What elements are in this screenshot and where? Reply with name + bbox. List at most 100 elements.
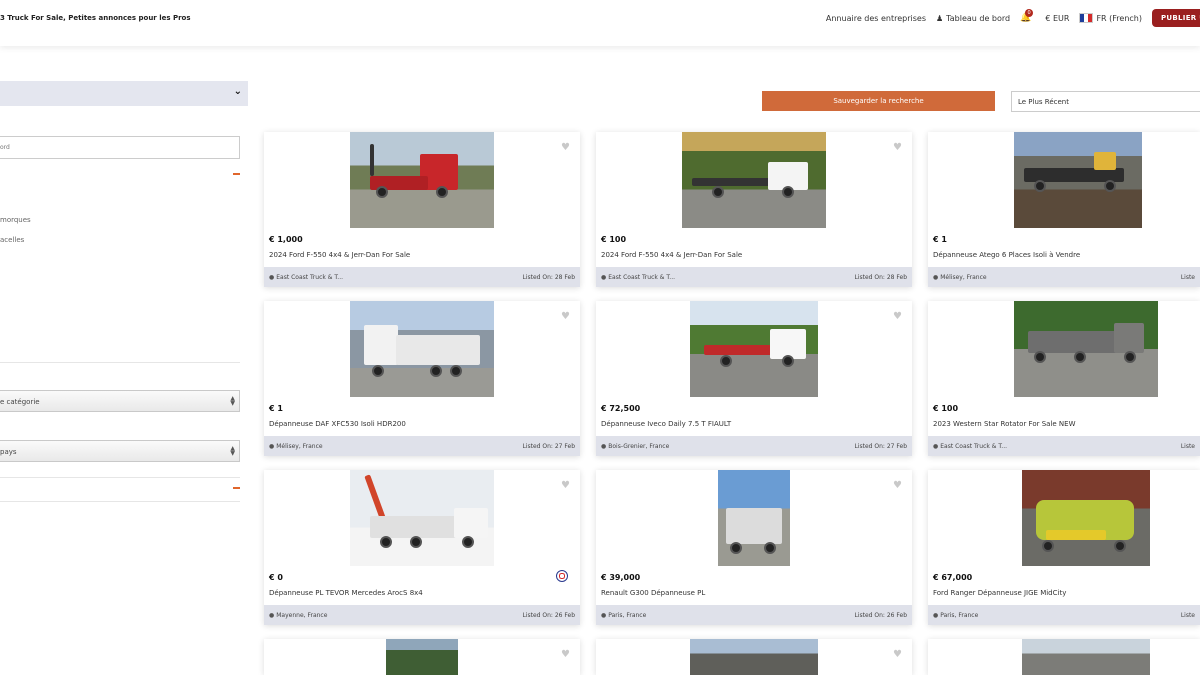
category-select[interactable]: e catégorie ▲ ▼ <box>0 390 240 412</box>
listing-photo[interactable] <box>690 301 818 397</box>
listing-location: ● Paris, France <box>601 612 646 619</box>
listing-location: ● East Coast Truck & T... <box>269 274 343 281</box>
listing-location-text: East Coast Truck & T... <box>276 274 344 281</box>
listing-title[interactable]: Ford Ranger Dépanneuse JIGE MidCity <box>933 589 1066 597</box>
sort-select[interactable]: Le Plus Récent <box>1011 91 1200 112</box>
site-title[interactable]: 3 Truck For Sale, Petites annonces pour … <box>0 14 191 22</box>
listing-title[interactable]: Renault G300 Dépanneuse PL <box>601 589 705 597</box>
listing-card[interactable]: € 1 Dépanneuse Atego 6 Places Isoli à Ve… <box>928 132 1200 287</box>
favorite-heart-icon[interactable]: ♥ <box>561 649 570 660</box>
listing-photo[interactable] <box>386 639 458 675</box>
listing-title[interactable]: Dépanneuse PL TEVOR Mercedes ArocS 8x4 <box>269 589 423 597</box>
listing-price: € 100 <box>933 404 959 413</box>
listing-price: € 1 <box>269 404 283 413</box>
save-search-button[interactable]: Sauvegarder la recherche <box>762 91 995 111</box>
listing-photo[interactable] <box>350 132 494 228</box>
map-pin-icon: ● <box>933 443 939 450</box>
listing-title[interactable]: Dépanneuse Atego 6 Places Isoli à Vendre <box>933 251 1080 259</box>
listing-footer: ● Paris, France Liste <box>928 605 1200 625</box>
listing-title[interactable]: Dépanneuse DAF XFC530 Isoli HDR200 <box>269 420 406 428</box>
select-arrows-icon: ▲ ▼ <box>230 395 235 407</box>
listing-title[interactable]: 2023 Western Star Rotator For Sale NEW <box>933 420 1076 428</box>
listing-photo[interactable] <box>1022 470 1150 566</box>
keyword-input[interactable]: ord <box>0 136 240 159</box>
listing-card[interactable]: ♥ <box>596 639 912 675</box>
favorite-heart-icon[interactable]: ♥ <box>561 480 570 491</box>
listing-card[interactable]: ♥ € 39,000 Renault G300 Dépanneuse PL ● P… <box>596 470 912 625</box>
listing-card[interactable]: € 100 2023 Western Star Rotator For Sale… <box>928 301 1200 456</box>
favorite-heart-icon[interactable]: ♥ <box>893 142 902 153</box>
map-pin-icon: ● <box>601 443 607 450</box>
favorite-heart-icon[interactable]: ♥ <box>893 311 902 322</box>
listing-card[interactable]: ♥ € 1 Dépanneuse DAF XFC530 Isoli HDR200… <box>264 301 580 456</box>
favorite-heart-icon[interactable]: ♥ <box>561 311 570 322</box>
listing-card[interactable]: € 67,000 Ford Ranger Dépanneuse JIGE Mid… <box>928 470 1200 625</box>
listing-photo[interactable] <box>1022 639 1150 675</box>
listing-title[interactable]: Dépanneuse Iveco Daily 7.5 T FIAULT <box>601 420 731 428</box>
language-label: FR (French) <box>1096 13 1142 23</box>
listing-card[interactable] <box>928 639 1200 675</box>
listing-price: € 72,500 <box>601 404 641 413</box>
listing-photo[interactable] <box>1014 132 1142 228</box>
listing-location: ● Bois-Grenier, France <box>601 443 669 450</box>
listing-photo[interactable] <box>350 301 494 397</box>
filter-toggle[interactable]: ⌄ <box>0 81 248 106</box>
category-item-nacelles[interactable]: acelles <box>0 236 24 244</box>
listing-location-text: Paris, France <box>608 612 647 619</box>
listing-location-text: Paris, France <box>940 612 979 619</box>
listing-price: € 100 <box>601 235 627 244</box>
listing-date: Listed On: 26 Feb <box>854 612 907 619</box>
listing-title[interactable]: 2024 Ford F-550 4x4 & Jerr-Dan For Sale <box>601 251 742 259</box>
listing-date: Listed On: 27 Feb <box>522 443 575 450</box>
country-select[interactable]: pays ▲ ▼ <box>0 440 240 462</box>
listing-card[interactable]: ♥ € 72,500 Dépanneuse Iveco Daily 7.5 T … <box>596 301 912 456</box>
currency-selector[interactable]: € EUR <box>1045 14 1069 23</box>
listing-title[interactable]: 2024 Ford F-550 4x4 & Jerr-Dan For Sale <box>269 251 410 259</box>
listing-price: € 0 <box>269 573 283 582</box>
map-pin-icon: ● <box>269 612 275 619</box>
listing-photo[interactable] <box>350 470 494 566</box>
france-flag-icon <box>1079 13 1094 23</box>
publish-button[interactable]: PUBLIER U <box>1152 9 1200 27</box>
favorite-heart-icon[interactable]: ♥ <box>561 142 570 153</box>
language-selector[interactable]: FR (French) <box>1079 13 1142 23</box>
listing-location-text: East Coast Truck & T... <box>940 443 1008 450</box>
listing-photo[interactable] <box>690 639 818 675</box>
site-header: 3 Truck For Sale, Petites annonces pour … <box>0 0 1200 46</box>
listing-card[interactable]: ♥ <box>264 639 580 675</box>
listing-footer: ● East Coast Truck & T... Liste <box>928 436 1200 456</box>
listing-date: Liste <box>1180 443 1195 450</box>
map-pin-icon: ● <box>601 612 607 619</box>
listing-photo[interactable] <box>682 132 826 228</box>
listing-card[interactable]: ♥ € 1,000 2024 Ford F-550 4x4 & Jerr-Dan… <box>264 132 580 287</box>
listing-location: ● Mélisey, France <box>269 443 323 450</box>
listing-date: Liste <box>1180 274 1195 281</box>
map-pin-icon: ● <box>269 443 275 450</box>
collapse-filter-icon[interactable] <box>233 487 240 489</box>
category-select-label: e catégorie <box>0 398 40 406</box>
listing-footer: ● Mélisey, France Liste <box>928 267 1200 287</box>
favorite-heart-icon[interactable]: ♥ <box>893 649 902 660</box>
listing-location: ● Paris, France <box>933 612 978 619</box>
listing-card[interactable]: ♥ € 0 Dépanneuse PL TEVOR Mercedes ArocS… <box>264 470 580 625</box>
map-pin-icon: ● <box>933 612 939 619</box>
favorite-heart-icon[interactable]: ♥ <box>893 480 902 491</box>
sidebar-divider <box>0 477 240 478</box>
user-icon: ♟ <box>936 13 944 23</box>
collapse-category-icon[interactable] <box>233 173 240 175</box>
country-select-label: pays <box>0 448 17 456</box>
nav-directory-link[interactable]: Annuaire des entreprises <box>826 14 926 23</box>
listing-date: Listed On: 28 Feb <box>522 274 575 281</box>
listing-photo[interactable] <box>1014 301 1158 397</box>
listing-location: ● Mélisey, France <box>933 274 987 281</box>
listing-card[interactable]: ♥ € 100 2024 Ford F-550 4x4 & Jerr-Dan F… <box>596 132 912 287</box>
notifications-button[interactable]: 🔔 0 <box>1020 9 1034 23</box>
category-item-remorques[interactable]: morques <box>0 216 31 224</box>
listing-price: € 1,000 <box>269 235 303 244</box>
listing-photo[interactable] <box>718 470 790 566</box>
listing-location-text: Mélisey, France <box>940 274 987 281</box>
sidebar-divider <box>0 501 240 502</box>
map-pin-icon: ● <box>933 274 939 281</box>
listing-location: ● East Coast Truck & T... <box>933 443 1007 450</box>
nav-dashboard-link[interactable]: ♟ Tableau de bord <box>936 14 1010 23</box>
